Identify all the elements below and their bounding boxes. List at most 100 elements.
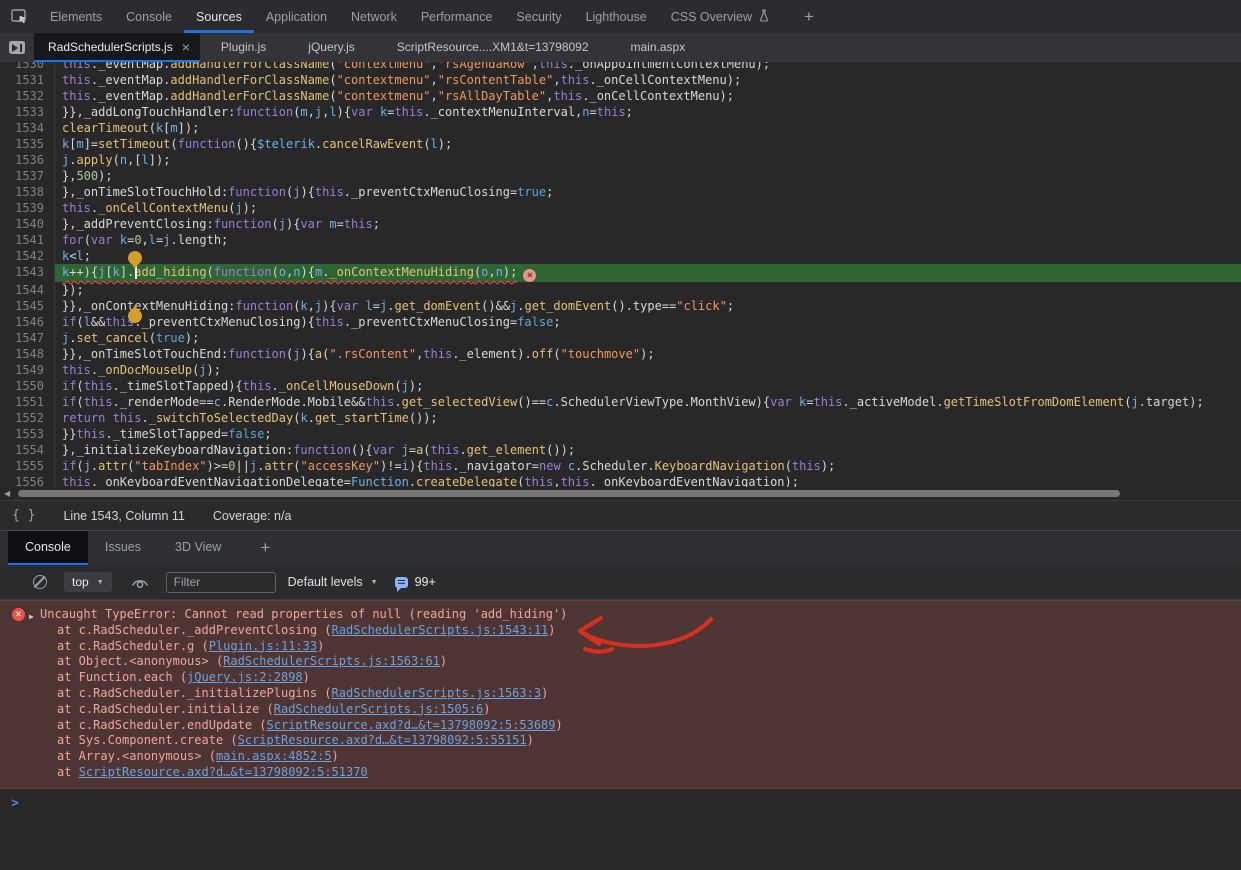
code-line-text: this._onKeyboardEventNavigationDelegate=… bbox=[54, 474, 1241, 487]
line-number[interactable]: 1546 bbox=[0, 314, 54, 330]
console-prompt[interactable]: > bbox=[0, 789, 1241, 811]
scroll-left-icon[interactable]: ◀ bbox=[4, 489, 10, 498]
line-number[interactable]: 1530 bbox=[0, 62, 54, 72]
stack-frame-link[interactable]: ScriptResource.axd?d…&t=13798092:5:55151 bbox=[238, 733, 527, 747]
line-number[interactable]: 1553 bbox=[0, 426, 54, 442]
drawer-tab-issues[interactable]: Issues bbox=[88, 531, 158, 565]
file-tab-plugin.js[interactable]: Plugin.js bbox=[200, 33, 287, 62]
console-filter-input[interactable] bbox=[166, 572, 276, 593]
panel-tab-sources[interactable]: Sources bbox=[184, 0, 254, 33]
line-number[interactable]: 1555 bbox=[0, 458, 54, 474]
drawer-tab-label: Issues bbox=[105, 540, 141, 554]
file-tab-jquery.js[interactable]: jQuery.js bbox=[287, 33, 375, 62]
line-number[interactable]: 1540 bbox=[0, 216, 54, 232]
panel-tab-network[interactable]: Network bbox=[339, 0, 409, 33]
inline-error-icon[interactable]: × bbox=[523, 269, 536, 282]
selection-handle-bottom[interactable] bbox=[128, 309, 142, 323]
panel-tab-security[interactable]: Security bbox=[504, 0, 573, 33]
stack-trace: at c.RadScheduler._addPreventClosing (Ra… bbox=[0, 623, 1241, 781]
code-line: 1554},_initializeKeyboardNavigation:func… bbox=[0, 442, 1241, 458]
code-lines: 1530this._eventMap.addHandlerForClassNam… bbox=[0, 62, 1241, 487]
line-number[interactable]: 1543 bbox=[0, 264, 54, 282]
code-line-text: k++){j[k].add_hiding(function(o,n){m._on… bbox=[54, 264, 1241, 282]
line-number[interactable]: 1534 bbox=[0, 120, 54, 136]
stack-frame-link[interactable]: RadSchedulerScripts.js:1505:6 bbox=[274, 702, 484, 716]
panel-tab-elements[interactable]: Elements bbox=[38, 0, 114, 33]
code-line-text: },_addPreventClosing:function(j){var m=t… bbox=[54, 216, 1241, 232]
issues-bubble-icon[interactable] bbox=[395, 577, 408, 588]
javascript-context-select[interactable]: top ▼ bbox=[64, 572, 112, 592]
stack-frame-text: ) bbox=[556, 718, 563, 732]
horizontal-scrollbar[interactable]: ◀ bbox=[0, 487, 1241, 500]
panel-tab-performance[interactable]: Performance bbox=[409, 0, 505, 33]
issues-count-badge[interactable]: 99+ bbox=[415, 575, 436, 589]
panel-tab-application[interactable]: Application bbox=[254, 0, 339, 33]
clear-console-icon[interactable] bbox=[33, 575, 47, 589]
code-line-text: this._eventMap.addHandlerForClassName("c… bbox=[54, 72, 1241, 88]
selection-handle-top[interactable] bbox=[128, 251, 142, 265]
line-number[interactable]: 1545 bbox=[0, 298, 54, 314]
line-number[interactable]: 1548 bbox=[0, 346, 54, 362]
line-number[interactable]: 1538 bbox=[0, 184, 54, 200]
code-line: 1542k<l; bbox=[0, 248, 1241, 264]
error-header-row[interactable]: × ▶ Uncaught TypeError: Cannot read prop… bbox=[0, 607, 1241, 623]
expand-triangle-icon[interactable]: ▶ bbox=[29, 609, 34, 625]
create-live-expression-button[interactable] bbox=[131, 575, 149, 589]
stack-frame-link[interactable]: RadSchedulerScripts.js:1563:61 bbox=[223, 654, 440, 668]
code-line-text: return this._switchToSelectedDay(k.get_s… bbox=[54, 410, 1241, 426]
line-number[interactable]: 1535 bbox=[0, 136, 54, 152]
stack-frame-link[interactable]: main.aspx:4852:5 bbox=[216, 749, 332, 763]
line-number[interactable]: 1532 bbox=[0, 88, 54, 104]
stack-frame-link[interactable]: Plugin.js:11:33 bbox=[209, 639, 317, 653]
close-tab-icon[interactable]: × bbox=[182, 40, 190, 54]
stack-frame-link[interactable]: jQuery.js:2:2898 bbox=[187, 670, 303, 684]
line-number[interactable]: 1533 bbox=[0, 104, 54, 120]
drawer-tab-console[interactable]: Console bbox=[8, 531, 88, 565]
log-levels-select[interactable]: Default levels ▼ bbox=[288, 575, 378, 589]
inspect-element-icon[interactable] bbox=[0, 0, 38, 33]
stack-frame-text: at Object.<anonymous> ( bbox=[57, 654, 223, 668]
stack-frame-link[interactable]: RadSchedulerScripts.js:1563:3 bbox=[332, 686, 542, 700]
scrollbar-thumb[interactable] bbox=[18, 490, 1120, 497]
line-number[interactable]: 1550 bbox=[0, 378, 54, 394]
line-number[interactable]: 1539 bbox=[0, 200, 54, 216]
pretty-print-icon[interactable]: { } bbox=[12, 508, 35, 523]
panel-tab-lighthouse[interactable]: Lighthouse bbox=[574, 0, 659, 33]
line-number[interactable]: 1551 bbox=[0, 394, 54, 410]
file-tab-scriptresource....xm1-t-13798092[interactable]: ScriptResource....XM1&t=13798092 bbox=[376, 33, 610, 62]
line-number[interactable]: 1554 bbox=[0, 442, 54, 458]
more-drawer-tabs-button[interactable]: + bbox=[260, 531, 270, 565]
line-number[interactable]: 1556 bbox=[0, 474, 54, 487]
drawer-tab-3d-view[interactable]: 3D View bbox=[158, 531, 238, 565]
panel-tab-css-overview[interactable]: CSS Overview bbox=[659, 0, 782, 33]
line-number[interactable]: 1544 bbox=[0, 282, 54, 298]
file-tab-main.aspx[interactable]: main.aspx bbox=[610, 33, 707, 62]
panel-tab-label: Application bbox=[266, 10, 327, 24]
file-tab-label: jQuery.js bbox=[308, 40, 354, 54]
code-line-text: if(l&&this._preventCtxMenuClosing){this.… bbox=[54, 314, 1241, 330]
panel-tab-console[interactable]: Console bbox=[114, 0, 184, 33]
stack-frame-link[interactable]: ScriptResource.axd?d…&t=13798092:5:51370 bbox=[79, 765, 368, 779]
line-number[interactable]: 1541 bbox=[0, 232, 54, 248]
file-tabs: RadSchedulerScripts.js × Plugin.js jQuery.j… bbox=[34, 33, 706, 62]
stack-frame-text: at c.RadScheduler._addPreventClosing ( bbox=[57, 623, 332, 637]
line-number[interactable]: 1542 bbox=[0, 248, 54, 264]
code-line: 1551if(this._renderMode==c.RenderMode.Mo… bbox=[0, 394, 1241, 410]
line-number[interactable]: 1531 bbox=[0, 72, 54, 88]
line-number[interactable]: 1549 bbox=[0, 362, 54, 378]
show-navigator-button[interactable] bbox=[0, 33, 34, 62]
file-tab-label: RadSchedulerScripts.js bbox=[48, 40, 173, 54]
code-line-text: for(var k=0,l=j.length; bbox=[54, 232, 1241, 248]
line-number[interactable]: 1547 bbox=[0, 330, 54, 346]
more-panels-button[interactable]: + bbox=[804, 0, 814, 33]
line-number[interactable]: 1537 bbox=[0, 168, 54, 184]
console-toolbar: top ▼ Default levels ▼ 99+ bbox=[0, 565, 1241, 600]
source-editor[interactable]: 1530this._eventMap.addHandlerForClassNam… bbox=[0, 62, 1241, 487]
stack-frame-link[interactable]: ScriptResource.axd?d…&t=13798092:5:53689 bbox=[267, 718, 556, 732]
stack-frame-link[interactable]: RadSchedulerScripts.js:1543:11 bbox=[332, 623, 549, 637]
line-number[interactable]: 1552 bbox=[0, 410, 54, 426]
file-tab-radschedulerscripts.js[interactable]: RadSchedulerScripts.js × bbox=[34, 33, 200, 62]
code-line-text: k<l; bbox=[54, 248, 1241, 264]
code-line-text: if(j.attr("tabIndex")>=0||j.attr("access… bbox=[54, 458, 1241, 474]
line-number[interactable]: 1536 bbox=[0, 152, 54, 168]
